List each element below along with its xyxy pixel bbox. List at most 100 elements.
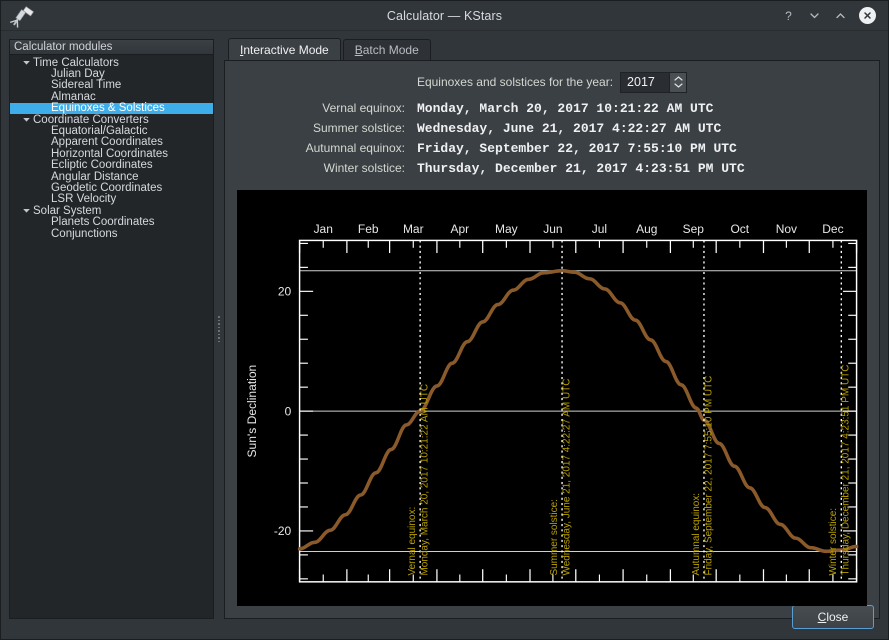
maximize-icon[interactable] <box>833 8 848 23</box>
x-axis-label-jul: Jul <box>592 222 607 236</box>
help-icon[interactable]: ? <box>781 8 796 23</box>
title-bar: Calculator — KStars ? <box>1 1 888 31</box>
result-value: Wednesday, June 21, 2017 4:22:27 AM UTC <box>417 121 722 136</box>
tree-group-time-calculators[interactable]: Time Calculators <box>10 56 213 69</box>
tree-group-coordinate-converters[interactable]: Coordinate Converters <box>10 113 213 126</box>
tree-item-label: Angular Distance <box>51 170 139 183</box>
x-axis-label-mar: Mar <box>403 222 424 236</box>
tree-item-equatorial-galactic[interactable]: Equatorial/Galactic <box>10 125 213 138</box>
annotation-text-winter-solstice: Thursday, December 21, 2017 4:23:51 PM U… <box>841 365 852 576</box>
mode-tabs: Interactive Mode Batch Mode <box>224 38 880 60</box>
tree-item-julian-day[interactable]: Julian Day <box>10 68 213 81</box>
tree-group-label: Coordinate Converters <box>33 113 149 126</box>
close-icon[interactable] <box>859 7 876 24</box>
main-area: Calculator modules Time Calculators Julia… <box>1 31 888 619</box>
y-axis-label: 0 <box>285 404 292 418</box>
annotation-text-vernal-equinox: Monday, March 20, 2017 10:21:22 AM UTC <box>419 384 430 576</box>
result-label: Vernal equinox: <box>322 101 405 115</box>
panel-splitter[interactable] <box>214 39 224 619</box>
tree-group-label: Solar System <box>33 204 102 217</box>
tree-item-label: Apparent Coordinates <box>51 136 163 149</box>
annotation-label-autumnal-equinox: Autumnal equinox: <box>691 493 702 576</box>
chevron-down-icon[interactable] <box>20 58 33 67</box>
annotation-label-summer-solstice: Summer solstice: <box>549 499 560 575</box>
close-button-label: Close <box>817 610 849 624</box>
declination-chart-svg: Jan Feb Mar Apr May Jun Jul Aug Sep Oct Nov Dec 20 0 -… <box>237 190 867 606</box>
result-label: Summer solstice: <box>312 121 405 135</box>
result-value: Thursday, December 21, 2017 4:23:51 PM U… <box>417 161 745 176</box>
year-spinner[interactable]: 2017 <box>620 71 688 93</box>
tree-item-planets-coordinates[interactable]: Planets Coordinates <box>10 216 213 229</box>
x-axis-label-may: May <box>495 222 518 236</box>
result-row: Autumnal equinox: Friday, September 22, 2… <box>237 141 867 161</box>
calculator-window: Calculator — KStars ? Calculator modules… <box>0 0 889 640</box>
declination-chart: Jan Feb Mar Apr May Jun Jul Aug Sep Oct Nov Dec 20 0 -… <box>237 190 867 606</box>
tree-item-label: Sidereal Time <box>51 79 122 92</box>
result-row: Winter solstice: Thursday, December 21, 2… <box>237 161 867 181</box>
tree-item-almanac[interactable]: Almanac <box>10 90 213 103</box>
tree-item-ecliptic-coordinates[interactable]: Ecliptic Coordinates <box>10 159 213 172</box>
tab-interactive-mode[interactable]: Interactive Mode <box>228 38 341 60</box>
window-controls: ? <box>781 7 888 24</box>
tree-item-label: Equatorial/Galactic <box>51 125 148 138</box>
tree-item-label: Planets Coordinates <box>51 216 155 229</box>
year-input[interactable]: 2017 <box>621 73 669 92</box>
result-value: Monday, March 20, 2017 10:21:22 AM UTC <box>417 101 714 116</box>
splitter-handle-dots <box>218 316 220 342</box>
x-axis-label-dec: Dec <box>822 222 843 236</box>
x-axis-label-oct: Oct <box>731 222 750 236</box>
tree-item-lsr-velocity[interactable]: LSR Velocity <box>10 193 213 206</box>
tree-item-conjunctions[interactable]: Conjunctions <box>10 227 213 240</box>
tree-item-horizontal-coordinates[interactable]: Horizontal Coordinates <box>10 147 213 160</box>
tab-interactive-mode-label: Interactive Mode <box>240 42 329 57</box>
tree-group-label: Time Calculators <box>33 56 119 69</box>
tree-item-label: Almanac <box>51 90 96 103</box>
window-title: Calculator — KStars <box>386 8 503 23</box>
stepper-down-icon <box>673 83 683 88</box>
minimize-icon[interactable] <box>807 8 822 23</box>
calculator-modules-panel: Calculator modules Time Calculators Julia… <box>9 39 214 619</box>
x-axis-label-sep: Sep <box>683 222 705 236</box>
tree-item-label: Julian Day <box>51 68 105 81</box>
x-axis-label-jun: Jun <box>543 222 562 236</box>
tab-batch-mode-label: Batch Mode <box>354 43 419 57</box>
result-label: Autumnal equinox: <box>305 141 405 155</box>
annotation-label-vernal-equinox: Vernal equinox: <box>407 507 418 576</box>
stepper-up-icon <box>673 76 683 81</box>
y-axis-label: -20 <box>274 524 292 538</box>
result-value: Friday, September 22, 2017 7:55:10 PM UT… <box>417 141 737 156</box>
tree-item-angular-distance[interactable]: Angular Distance <box>10 170 213 183</box>
x-axis-label-feb: Feb <box>358 222 379 236</box>
tree-group-solar-system[interactable]: Solar System <box>10 204 213 217</box>
annotation-text-autumnal-equinox: Friday, September 22, 2017 7:55:10 PM UT… <box>703 376 714 576</box>
tree-item-equinoxes-solstices[interactable]: Equinoxes & Solstices <box>10 102 213 115</box>
close-button[interactable]: Close <box>792 605 874 629</box>
tree-item-sidereal-time[interactable]: Sidereal Time <box>10 79 213 92</box>
year-stepper[interactable] <box>669 72 687 92</box>
x-axis-label-jan: Jan <box>314 222 333 236</box>
year-label: Equinoxes and solstices for the year: <box>416 75 614 89</box>
chevron-down-icon[interactable] <box>20 206 33 215</box>
tree-item-geodetic-coordinates[interactable]: Geodetic Coordinates <box>10 182 213 194</box>
y-axis-label: 20 <box>278 284 292 298</box>
year-selector-row: Equinoxes and solstices for the year: 20… <box>237 71 867 93</box>
results-list: Vernal equinox: Monday, March 20, 2017 10… <box>237 101 867 181</box>
tree-item-label: Horizontal Coordinates <box>51 147 168 160</box>
tree-item-label: Equinoxes & Solstices <box>51 102 165 115</box>
tab-batch-mode[interactable]: Batch Mode <box>342 39 431 60</box>
module-tree[interactable]: Time Calculators Julian Day Sidereal Time A… <box>10 55 213 618</box>
content-panel: Interactive Mode Batch Mode Equinoxes an… <box>224 38 880 619</box>
x-axis-label-aug: Aug <box>636 222 657 236</box>
y-axis-title: Sun's Declination <box>245 365 259 458</box>
tree-item-label: Conjunctions <box>51 227 118 240</box>
chevron-down-icon[interactable] <box>20 115 33 124</box>
tree-item-label: LSR Velocity <box>51 193 117 206</box>
annotation-label-winter-solstice: Winter solstice: <box>828 508 839 576</box>
tree-item-apparent-coordinates[interactable]: Apparent Coordinates <box>10 136 213 149</box>
x-axis-label-apr: Apr <box>450 222 469 236</box>
sidebar-header: Calculator modules <box>10 40 213 55</box>
tree-item-label: Geodetic Coordinates <box>51 182 163 194</box>
tree-item-label: Ecliptic Coordinates <box>51 159 153 172</box>
interactive-mode-panel: Equinoxes and solstices for the year: 20… <box>224 60 880 619</box>
telescope-icon <box>7 1 37 31</box>
